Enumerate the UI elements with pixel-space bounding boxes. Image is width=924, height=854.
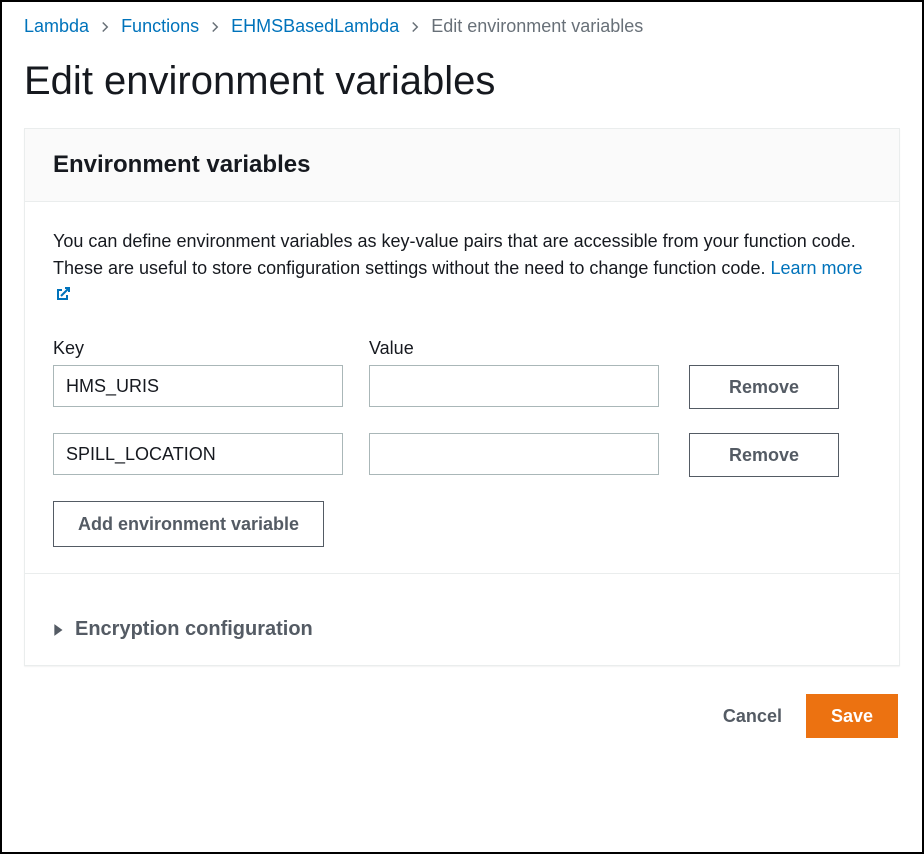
panel-description: You can define environment variables as …	[53, 228, 871, 310]
page-actions: Cancel Save	[2, 666, 922, 762]
panel-header: Environment variables	[25, 129, 899, 202]
kv-header-row: Key Value	[53, 338, 871, 359]
breadcrumb-link-lambda[interactable]: Lambda	[24, 16, 89, 37]
add-environment-variable-button[interactable]: Add environment variable	[53, 501, 324, 547]
encryption-configuration-toggle[interactable]: Encryption configuration	[25, 594, 899, 665]
breadcrumb: Lambda Functions EHMSBasedLambda Edit en…	[2, 2, 922, 45]
env-key-input[interactable]	[53, 365, 343, 407]
env-var-row: Remove	[53, 433, 871, 477]
column-header-key: Key	[53, 338, 84, 358]
panel-body: You can define environment variables as …	[25, 202, 899, 594]
chevron-right-icon	[409, 21, 421, 33]
column-header-value: Value	[369, 338, 414, 358]
cancel-button[interactable]: Cancel	[717, 698, 788, 735]
environment-variables-panel: Environment variables You can define env…	[24, 128, 900, 666]
panel-heading: Environment variables	[53, 151, 871, 179]
caret-right-icon	[53, 623, 65, 637]
env-value-input[interactable]	[369, 433, 659, 475]
encryption-configuration-label: Encryption configuration	[75, 618, 313, 641]
remove-button[interactable]: Remove	[689, 365, 839, 409]
learn-more-label: Learn more	[770, 258, 862, 278]
env-var-row: Remove	[53, 365, 871, 409]
chevron-right-icon	[99, 21, 111, 33]
env-key-input[interactable]	[53, 433, 343, 475]
breadcrumb-current: Edit environment variables	[431, 16, 643, 37]
save-button[interactable]: Save	[806, 694, 898, 738]
external-link-icon	[55, 283, 71, 310]
env-value-input[interactable]	[369, 365, 659, 407]
page-title: Edit environment variables	[2, 45, 922, 128]
breadcrumb-link-function-name[interactable]: EHMSBasedLambda	[231, 16, 399, 37]
remove-button[interactable]: Remove	[689, 433, 839, 477]
breadcrumb-link-functions[interactable]: Functions	[121, 16, 199, 37]
divider	[25, 573, 899, 574]
description-text: You can define environment variables as …	[53, 231, 856, 278]
chevron-right-icon	[209, 21, 221, 33]
